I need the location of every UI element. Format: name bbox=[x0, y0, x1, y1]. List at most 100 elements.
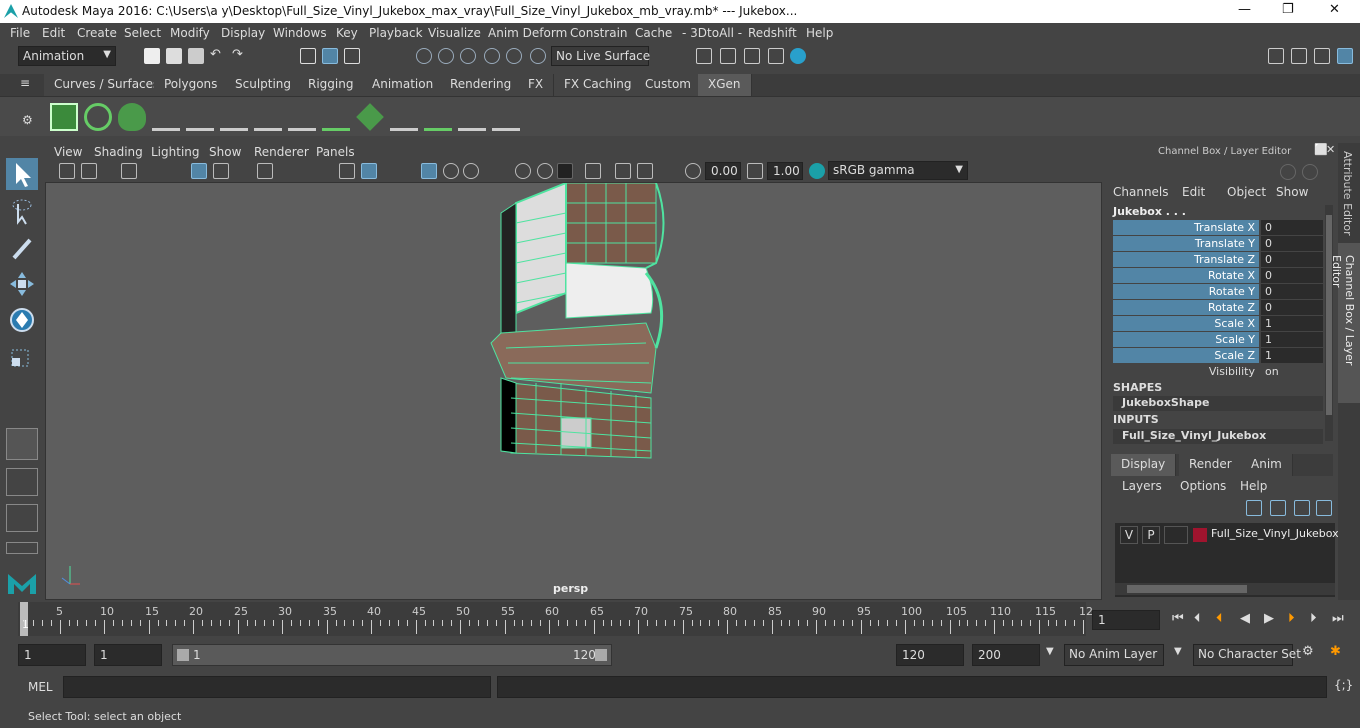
resolution-gate-icon[interactable] bbox=[615, 163, 631, 179]
anti-aliasing-icon[interactable] bbox=[537, 163, 553, 179]
close-button[interactable]: ✕ bbox=[1329, 2, 1340, 17]
menu-edit[interactable]: Edit bbox=[42, 26, 65, 40]
snap-curve-icon[interactable] bbox=[438, 48, 454, 64]
select-tool-icon[interactable] bbox=[6, 158, 38, 190]
channel-value[interactable]: 0 bbox=[1261, 252, 1323, 267]
isolate-select-icon[interactable] bbox=[339, 163, 355, 179]
channel-value[interactable]: 0 bbox=[1261, 284, 1323, 299]
tab-attribute-editor[interactable]: Attribute Editor bbox=[1341, 151, 1354, 236]
backface-culling-icon[interactable] bbox=[421, 163, 437, 179]
viewport-menu-view[interactable]: View bbox=[54, 145, 82, 159]
animation-start-field[interactable]: 1 bbox=[18, 644, 86, 666]
xray-icon[interactable] bbox=[361, 163, 377, 179]
menu-select[interactable]: Select bbox=[124, 26, 161, 40]
gamma-icon[interactable] bbox=[747, 163, 763, 179]
gate-mask-icon[interactable] bbox=[637, 163, 653, 179]
maya-home-icon[interactable] bbox=[6, 566, 38, 596]
lasso-tool-icon[interactable] bbox=[6, 196, 38, 228]
time-slider[interactable]: 1 5 10 15 20 25 30 35 40 45 50 55 60 65 70 75 80 85 90 95 1… bbox=[0, 602, 1360, 636]
xgen-grid-icon[interactable] bbox=[356, 103, 384, 131]
menu-redshift[interactable]: Redshift bbox=[748, 26, 797, 40]
menu-playback[interactable]: Playback bbox=[369, 26, 423, 40]
xgen-lock-icon[interactable] bbox=[288, 103, 316, 131]
channel-row[interactable]: Rotate Z0 bbox=[1113, 300, 1323, 316]
scale-tool-icon[interactable] bbox=[6, 340, 38, 372]
menu-constrain[interactable]: Constrain bbox=[570, 26, 628, 40]
playback-end-field[interactable]: 120 bbox=[896, 644, 964, 666]
xgen-editor-icon[interactable] bbox=[50, 103, 78, 131]
exposure-icon[interactable] bbox=[685, 163, 701, 179]
render-view-icon[interactable] bbox=[768, 48, 784, 64]
menu-file[interactable]: File bbox=[10, 26, 30, 40]
layer-playback-toggle[interactable]: P bbox=[1142, 526, 1160, 544]
open-scene-icon[interactable] bbox=[166, 48, 182, 64]
step-back-key-icon[interactable]: ⏴ bbox=[1216, 611, 1223, 626]
menu-help[interactable]: Help bbox=[806, 26, 833, 40]
range-slider-bar[interactable]: 1 120 bbox=[172, 644, 612, 666]
ambient-occlusion-icon[interactable] bbox=[463, 163, 479, 179]
menu-display[interactable]: Display bbox=[221, 26, 265, 40]
grid-toggle-icon[interactable] bbox=[121, 163, 137, 179]
xgen-flatten-icon[interactable] bbox=[458, 103, 486, 131]
xgen-place-guide-icon[interactable] bbox=[186, 103, 214, 131]
xgen-grass-icon[interactable] bbox=[322, 103, 350, 131]
le-menu-options[interactable]: Options bbox=[1180, 479, 1226, 493]
tab-display[interactable]: Display bbox=[1111, 454, 1177, 476]
snap-view-plane-icon[interactable] bbox=[484, 48, 500, 64]
xgen-visibility-icon[interactable] bbox=[254, 103, 282, 131]
channel-row[interactable]: Translate Z0 bbox=[1113, 252, 1323, 268]
tab-polygons[interactable]: Polygons bbox=[154, 74, 229, 96]
step-forward-key-icon[interactable]: ⏵ bbox=[1288, 611, 1295, 626]
xgen-preview-icon[interactable] bbox=[84, 103, 112, 131]
viewport-menu-show[interactable]: Show bbox=[209, 145, 241, 159]
keyed-icon[interactable] bbox=[1302, 164, 1318, 180]
single-view-layout-icon[interactable] bbox=[6, 428, 38, 460]
color-management-icon[interactable] bbox=[809, 163, 825, 179]
make-live-icon[interactable] bbox=[506, 48, 522, 64]
depth-of-field-icon[interactable] bbox=[557, 163, 573, 179]
snap-grid-icon[interactable] bbox=[416, 48, 432, 64]
layer-list-scrollbar[interactable] bbox=[1115, 583, 1335, 595]
move-tool-icon[interactable] bbox=[6, 268, 38, 300]
minimize-button[interactable]: — bbox=[1238, 2, 1251, 17]
menu-windows[interactable]: Windows bbox=[273, 26, 327, 40]
channel-row[interactable]: Rotate X0 bbox=[1113, 268, 1323, 284]
motion-blur-icon[interactable] bbox=[515, 163, 531, 179]
layer-display-type[interactable] bbox=[1164, 526, 1188, 544]
current-frame-field[interactable]: 1 bbox=[1092, 610, 1160, 630]
channel-row[interactable]: Rotate Y0 bbox=[1113, 284, 1323, 300]
playback-start-field[interactable]: 1 bbox=[94, 644, 162, 666]
smooth-shade-icon[interactable] bbox=[213, 163, 229, 179]
channel-row[interactable]: Translate Y0 bbox=[1113, 236, 1323, 252]
bookmark-icon[interactable] bbox=[81, 163, 97, 179]
chevron-down-icon[interactable]: ▼ bbox=[1174, 646, 1182, 657]
channel-value[interactable]: 1 bbox=[1261, 332, 1323, 347]
xgen-add-guide-icon[interactable] bbox=[152, 103, 180, 131]
channel-row[interactable]: Visibility on bbox=[1113, 364, 1323, 380]
render-settings-icon[interactable] bbox=[696, 48, 712, 64]
snap-surface-icon[interactable] bbox=[530, 48, 546, 64]
wireframe-icon[interactable] bbox=[191, 163, 207, 179]
rotate-tool-icon[interactable] bbox=[6, 304, 38, 336]
tab-rigging[interactable]: Rigging bbox=[298, 74, 365, 96]
command-input[interactable] bbox=[63, 676, 491, 698]
viewport-persp[interactable]: persp bbox=[45, 182, 1102, 600]
timeline-track[interactable]: 1 5 10 15 20 25 30 35 40 45 50 55 60 65 70 75 80 85 90 95 1… bbox=[18, 602, 1093, 636]
channel-value[interactable]: 0 bbox=[1261, 220, 1323, 235]
channel-box-scrollbar[interactable] bbox=[1325, 205, 1333, 441]
move-layer-up-icon[interactable] bbox=[1246, 500, 1262, 516]
le-menu-help[interactable]: Help bbox=[1240, 479, 1267, 493]
menu-3dtoall[interactable]: - 3DtoAll - bbox=[682, 26, 742, 40]
select-object-icon[interactable] bbox=[322, 48, 338, 64]
tab-xgen[interactable]: XGen bbox=[698, 74, 752, 96]
script-editor-icon[interactable]: {;} bbox=[1334, 678, 1353, 692]
channel-row[interactable]: Translate X0 bbox=[1113, 220, 1323, 236]
exposure-field[interactable]: 0.00 bbox=[705, 162, 741, 180]
layer-color-swatch[interactable] bbox=[1193, 528, 1207, 542]
tab-channel-box-layer-editor[interactable]: Channel Box / Layer Editor bbox=[1330, 243, 1360, 403]
cb-menu-show[interactable]: Show bbox=[1276, 185, 1308, 199]
viewport-menu-lighting[interactable]: Lighting bbox=[151, 145, 200, 159]
command-language-label[interactable]: MEL bbox=[28, 680, 53, 694]
viewport-menu-panels[interactable]: Panels bbox=[316, 145, 355, 159]
tab-rendering[interactable]: Rendering bbox=[440, 74, 523, 96]
